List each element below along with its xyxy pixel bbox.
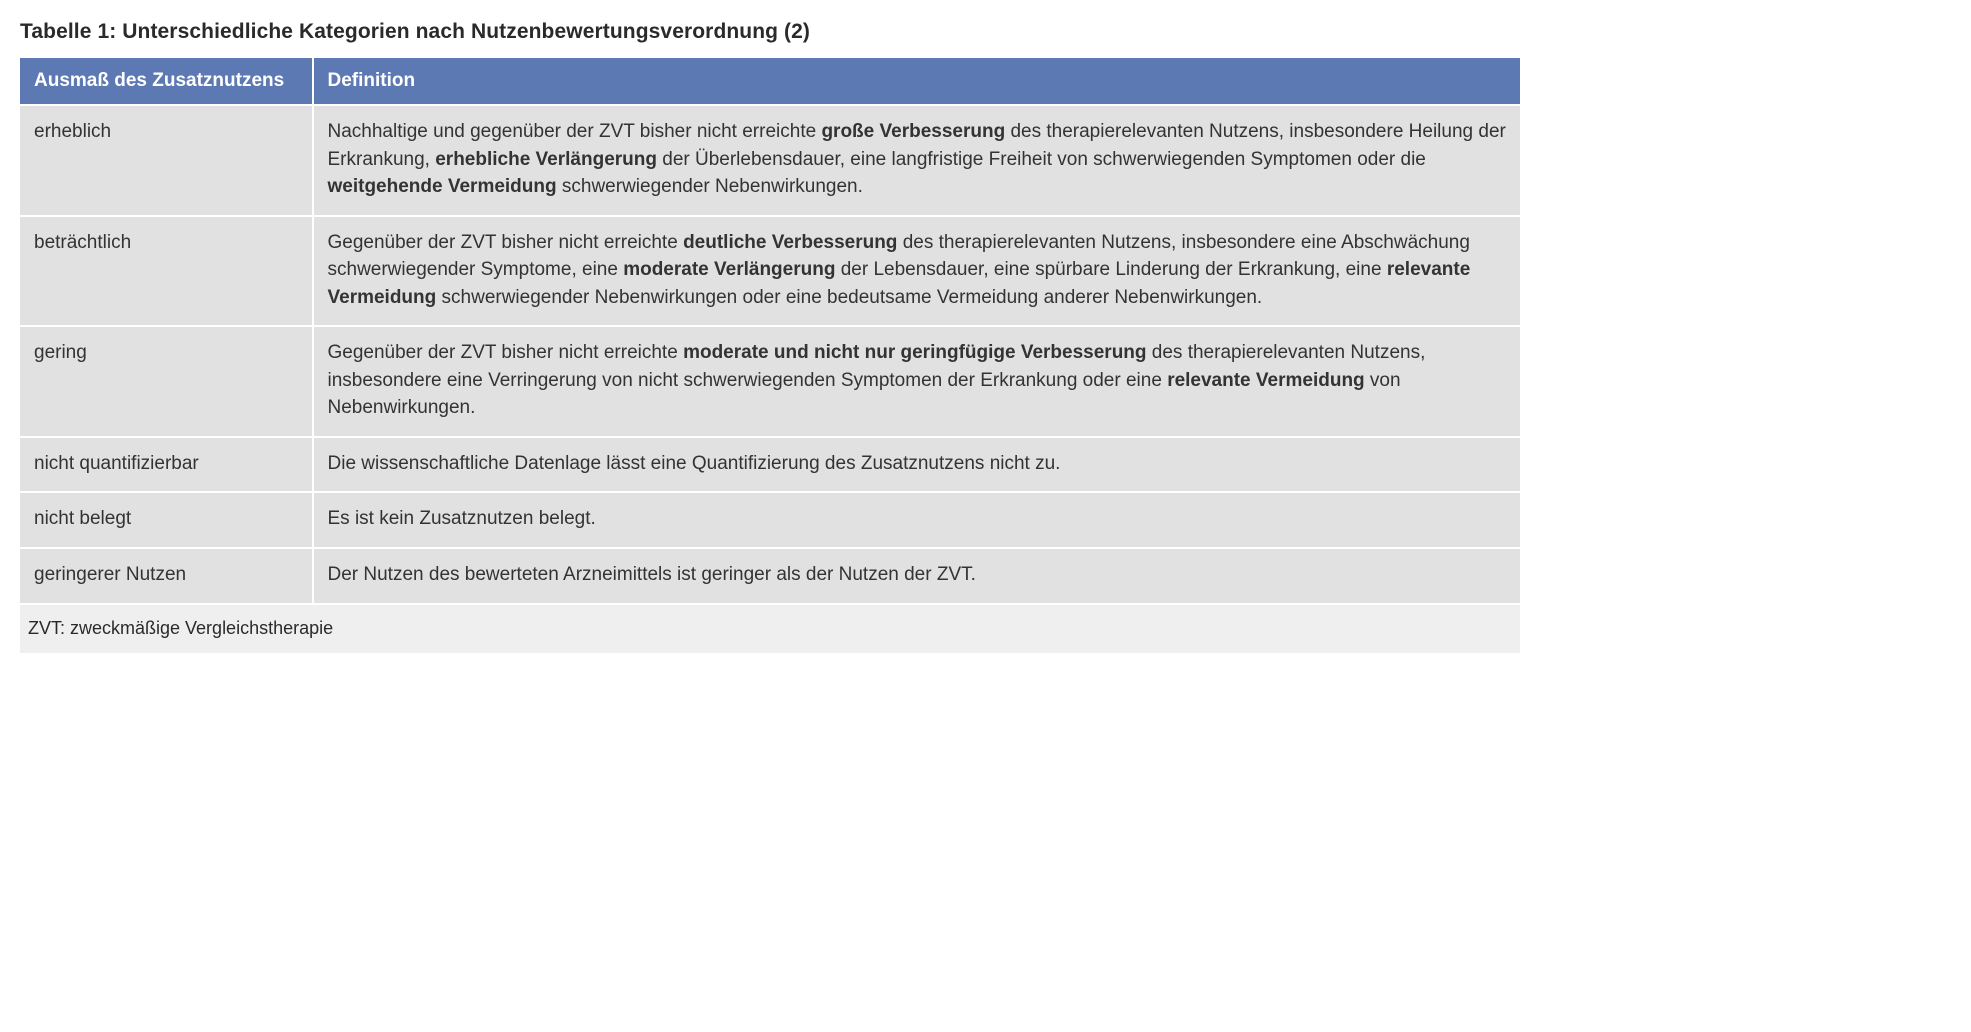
cell-definition: Gegenüber der ZVT bisher nicht erreichte… — [313, 326, 1521, 437]
cell-extent: erheblich — [20, 105, 313, 216]
cell-extent: nicht belegt — [20, 492, 313, 548]
table-footnote-row: ZVT: zweckmäßige Vergleichstherapie — [20, 604, 1520, 654]
table-row: geringerer NutzenDer Nutzen des bewertet… — [20, 548, 1520, 604]
table-row: erheblichNachhaltige und gegenüber der Z… — [20, 105, 1520, 216]
cell-definition: Die wissenschaftliche Datenlage lässt ei… — [313, 437, 1521, 493]
table-row: nicht belegtEs ist kein Zusatznutzen bel… — [20, 492, 1520, 548]
cell-extent: gering — [20, 326, 313, 437]
table-row: beträchtlichGegenüber der ZVT bisher nic… — [20, 216, 1520, 327]
cell-extent: geringerer Nutzen — [20, 548, 313, 604]
cell-definition: Es ist kein Zusatznutzen belegt. — [313, 492, 1521, 548]
col-header-definition: Definition — [313, 58, 1521, 105]
table-header-row: Ausmaß des Zusatznutzens Definition — [20, 58, 1520, 105]
benefit-categories-table: Ausmaß des Zusatznutzens Definition erhe… — [20, 58, 1520, 655]
table-footnote: ZVT: zweckmäßige Vergleichstherapie — [20, 604, 1520, 654]
cell-extent: nicht quantifizierbar — [20, 437, 313, 493]
table-caption: Tabelle 1: Unterschiedliche Kategorien n… — [20, 20, 1951, 44]
table-row: geringGegenüber der ZVT bisher nicht err… — [20, 326, 1520, 437]
cell-definition: Gegenüber der ZVT bisher nicht erreichte… — [313, 216, 1521, 327]
cell-definition: Nachhaltige und gegenüber der ZVT bisher… — [313, 105, 1521, 216]
cell-extent: beträchtlich — [20, 216, 313, 327]
cell-definition: Der Nutzen des bewerteten Arzneimittels … — [313, 548, 1521, 604]
table-row: nicht quantifizierbarDie wissenschaftlic… — [20, 437, 1520, 493]
col-header-extent: Ausmaß des Zusatznutzens — [20, 58, 313, 105]
